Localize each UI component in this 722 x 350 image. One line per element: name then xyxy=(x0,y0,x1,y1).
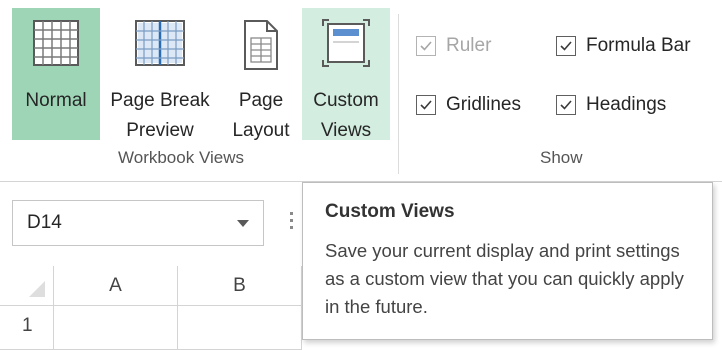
page-layout-label: Page Layout xyxy=(232,90,290,141)
formula-bar-label: Formula Bar xyxy=(586,35,691,56)
page-break-preview-label: Page Break Preview xyxy=(110,90,210,141)
ruler-checkbox[interactable]: Ruler xyxy=(416,32,491,60)
cell-b1[interactable] xyxy=(178,306,302,350)
normal-view-button[interactable]: Normal xyxy=(12,8,100,140)
headings-checkbox[interactable]: Headings xyxy=(556,91,666,119)
checkbox-icon xyxy=(556,36,576,56)
column-header-b[interactable]: B xyxy=(178,266,302,306)
page-layout-button[interactable]: Page Layout xyxy=(222,8,300,141)
chevron-down-icon[interactable] xyxy=(237,220,249,227)
column-header-a[interactable]: A xyxy=(54,266,178,306)
checkbox-icon xyxy=(416,36,436,56)
select-all-corner[interactable] xyxy=(0,266,54,306)
more-options-icon[interactable] xyxy=(290,212,294,232)
custom-views-button[interactable]: Custom Views xyxy=(302,8,390,141)
tooltip-title: Custom Views xyxy=(325,201,455,222)
page-layout-icon xyxy=(241,18,281,77)
checkbox-icon xyxy=(416,95,436,115)
name-box-value: D14 xyxy=(27,212,62,233)
checkbox-icon xyxy=(556,95,576,115)
workbook-views-group-label: Workbook Views xyxy=(118,148,244,167)
gridlines-label: Gridlines xyxy=(446,94,521,115)
normal-view-label: Normal xyxy=(25,90,87,111)
ribbon: Normal Page Break Preview Page Layout Cu… xyxy=(0,0,722,182)
custom-views-icon xyxy=(320,18,372,73)
custom-views-label: Custom Views xyxy=(313,90,379,141)
headings-label: Headings xyxy=(586,94,667,115)
tooltip-body: Save your current display and print sett… xyxy=(325,240,684,317)
normal-view-icon xyxy=(31,18,81,73)
group-separator xyxy=(398,14,399,174)
row-header-1[interactable]: 1 xyxy=(0,306,54,350)
show-group-label: Show xyxy=(540,148,583,167)
page-break-preview-icon xyxy=(133,18,187,73)
name-box[interactable]: D14 xyxy=(12,200,264,246)
ruler-label: Ruler xyxy=(446,35,492,56)
cell-a1[interactable] xyxy=(54,306,178,350)
gridlines-checkbox[interactable]: Gridlines xyxy=(416,91,521,119)
formula-bar-checkbox[interactable]: Formula Bar xyxy=(556,32,691,60)
page-break-preview-button[interactable]: Page Break Preview xyxy=(100,8,220,141)
custom-views-tooltip: Custom Views Save your current display a… xyxy=(302,182,713,340)
